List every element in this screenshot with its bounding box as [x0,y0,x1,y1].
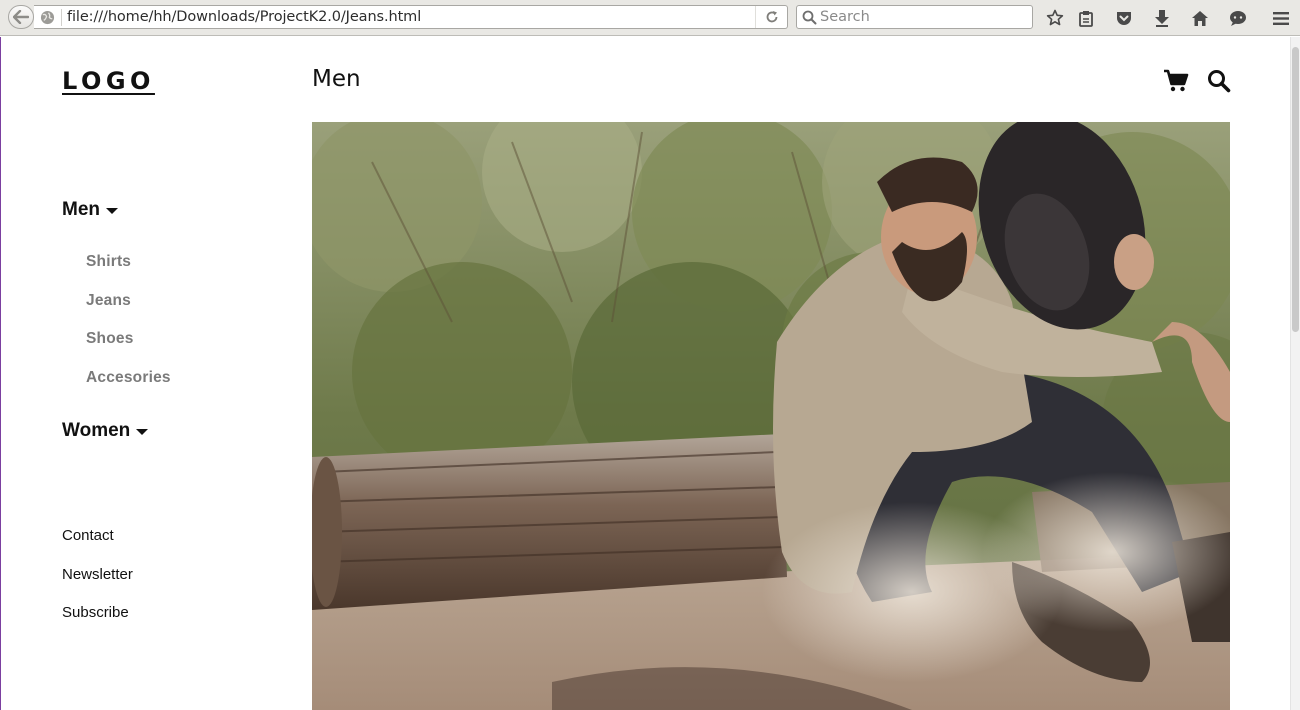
back-arrow-icon [13,10,29,24]
sidebar-category-label: Men [62,199,100,220]
search-icon [802,10,817,25]
pocket-icon [1117,11,1131,25]
sidebar-item-shirts[interactable]: Shirts [86,253,131,271]
url-separator [61,9,62,26]
caret-down-icon [106,208,118,214]
sidebar-category-label: Women [62,420,131,441]
hero-image [312,122,1230,710]
search-placeholder: Search [820,9,870,25]
cart-icon[interactable] [1163,69,1189,93]
menu-button[interactable] [1270,7,1292,29]
home-button[interactable] [1189,7,1211,29]
chat-bubble-icon [1230,10,1246,26]
sidebar-category-men[interactable]: Men [62,199,118,221]
sidebar-category-women[interactable]: Women [62,420,149,442]
url-text[interactable]: file:///home/hh/Downloads/ProjectK2.0/Je… [67,9,421,25]
sidebar-item-accesories[interactable]: Accesories [86,369,171,387]
sidebar-link-subscribe[interactable]: Subscribe [62,604,129,621]
sidebar-link-contact[interactable]: Contact [62,527,114,544]
clipboard-icon [1079,10,1093,27]
page-scrollbar[interactable] [1290,37,1300,710]
bookmark-star-button[interactable] [1044,7,1066,29]
hamburger-menu-icon [1273,11,1289,25]
browser-toolbar: file:///home/hh/Downloads/ProjectK2.0/Je… [0,0,1300,36]
pocket-button[interactable] [1113,7,1135,29]
back-button[interactable] [8,5,34,29]
hero-photo [312,122,1230,710]
page-content: LOGO Men Men Shirts Jeans Shoes Accesori… [0,37,1290,710]
url-bar[interactable]: file:///home/hh/Downloads/ProjectK2.0/Je… [34,5,788,29]
downloads-button[interactable] [1151,7,1173,29]
search-icon[interactable] [1206,69,1232,93]
sidebar-item-jeans[interactable]: Jeans [86,292,131,310]
sidebar-item-shoes[interactable]: Shoes [86,330,134,348]
globe-icon [40,10,55,25]
reading-list-button[interactable] [1075,7,1097,29]
reload-icon [766,11,777,23]
home-icon [1192,10,1208,26]
scrollbar-thumb[interactable] [1292,47,1299,332]
caret-down-icon [136,429,149,435]
reload-button[interactable] [755,6,787,28]
browser-search-input[interactable]: Search [796,5,1033,29]
download-arrow-icon [1155,10,1169,27]
page-title: Men [312,66,361,92]
site-logo[interactable]: LOGO [62,67,155,95]
sidebar-link-newsletter[interactable]: Newsletter [62,566,133,583]
chat-button[interactable] [1227,7,1249,29]
star-icon [1046,9,1064,26]
